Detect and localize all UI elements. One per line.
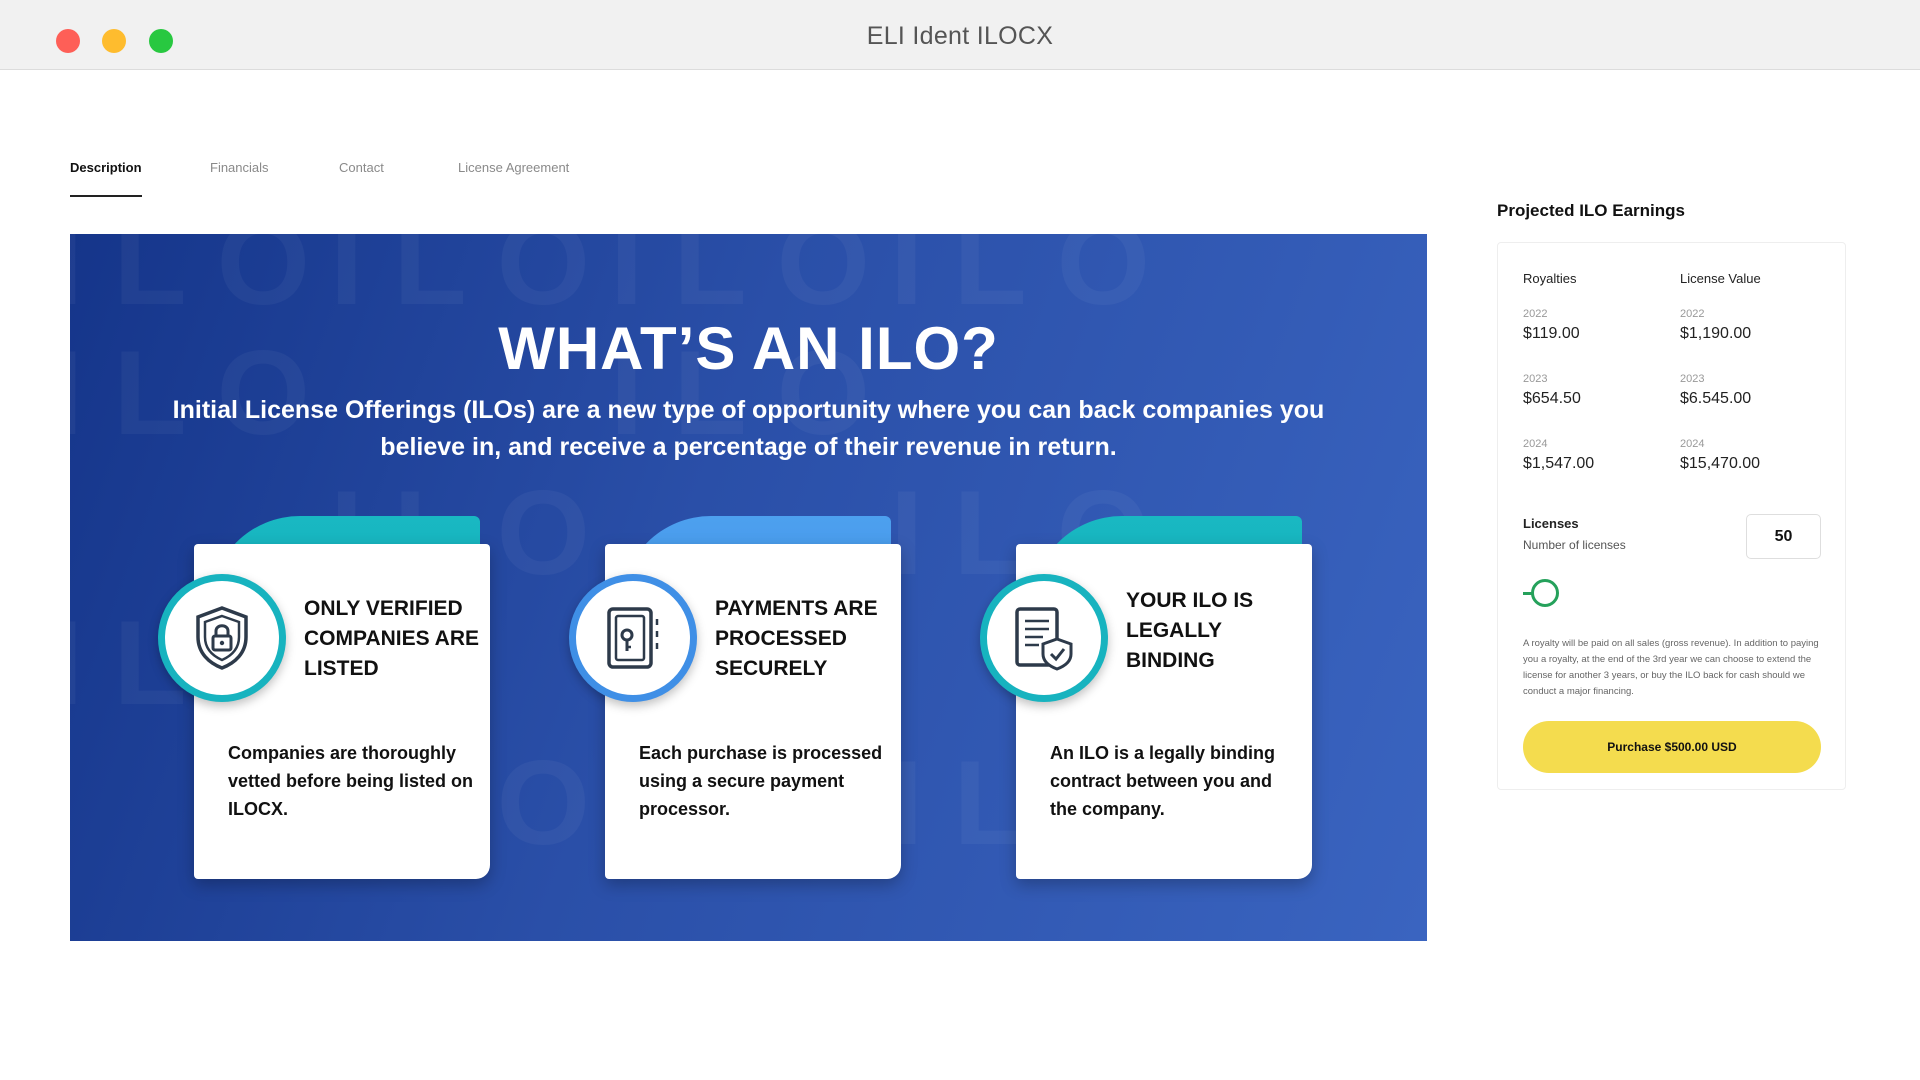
royalty-year: 2023 xyxy=(1523,373,1548,385)
card-body: PAYMENTS ARE PROCESSED SECURELY Each pur… xyxy=(569,544,901,879)
licenses-label: Licenses xyxy=(1523,516,1579,531)
info-card-payments: PAYMENTS ARE PROCESSED SECURELY Each pur… xyxy=(569,516,931,896)
license-value-year: 2024 xyxy=(1680,438,1705,450)
license-value-year: 2022 xyxy=(1680,308,1705,320)
royalty-amount: $654.50 xyxy=(1523,390,1581,407)
licenses-slider-handle[interactable] xyxy=(1531,579,1559,607)
tab-license-agreement[interactable]: License Agreement xyxy=(458,160,569,175)
banner-subtitle: Initial License Offerings (ILOs) are a n… xyxy=(172,396,1325,461)
banner-heading: WHAT’S AN ILO? xyxy=(498,315,999,382)
royalty-disclaimer: A royalty will be paid on all sales (gro… xyxy=(1523,638,1819,697)
legal-document-icon xyxy=(980,574,1108,702)
earnings-panel: Royalties License Value 2022 $119.00 202… xyxy=(1497,242,1846,790)
card-body: YOUR ILO IS LEGALLY BINDING An ILO is a … xyxy=(980,544,1312,879)
card-text: Each purchase is processed using a secur… xyxy=(639,743,883,819)
license-value-column-header: License Value xyxy=(1680,271,1761,286)
shield-lock-icon xyxy=(158,574,286,702)
card-title: YOUR ILO IS LEGALLY BINDING xyxy=(1126,589,1254,672)
licenses-quantity-input[interactable]: 50 xyxy=(1746,514,1821,559)
card-body: ONLY VERIFIED COMPANIES ARE LISTED Compa… xyxy=(158,544,490,879)
card-title: PAYMENTS ARE PROCESSED SECURELY xyxy=(715,597,878,680)
licenses-sublabel: Number of licenses xyxy=(1523,538,1626,552)
secure-payment-icon xyxy=(569,574,697,702)
royalty-year: 2024 xyxy=(1523,438,1548,450)
license-value-amount: $1,190.00 xyxy=(1680,325,1752,342)
earnings-panel-title: Projected ILO Earnings xyxy=(1497,201,1685,220)
royalty-amount: $1,547.00 xyxy=(1523,455,1595,472)
royalties-column-header: Royalties xyxy=(1523,271,1577,286)
royalty-year: 2022 xyxy=(1523,308,1548,320)
info-card-verified: ONLY VERIFIED COMPANIES ARE LISTED Compa… xyxy=(158,516,520,896)
royalty-amount: $119.00 xyxy=(1523,325,1580,342)
tab-description[interactable]: Description xyxy=(70,160,142,197)
window-titlebar: ELI Ident ILOCX xyxy=(0,0,1920,70)
purchase-button[interactable]: Purchase $500.00 USD xyxy=(1523,721,1821,773)
license-value-year: 2023 xyxy=(1680,373,1705,385)
card-text: An ILO is a legally binding contract bet… xyxy=(1050,743,1276,819)
info-card-legal: YOUR ILO IS LEGALLY BINDING An ILO is a … xyxy=(980,516,1342,896)
license-value-amount: $15,470.00 xyxy=(1680,455,1761,472)
tab-contact[interactable]: Contact xyxy=(339,160,384,175)
license-value-amount: $6.545.00 xyxy=(1680,390,1752,407)
tab-financials[interactable]: Financials xyxy=(210,160,269,175)
card-text: Companies are thoroughly vetted before b… xyxy=(228,743,474,819)
window-title: ELI Ident ILOCX xyxy=(866,22,1054,50)
card-title: ONLY VERIFIED COMPANIES ARE LISTED xyxy=(304,597,480,680)
ilo-info-banner: ILO ILO ILO ILO ILO ILO ILO ILO ILO ILO … xyxy=(70,234,1427,941)
